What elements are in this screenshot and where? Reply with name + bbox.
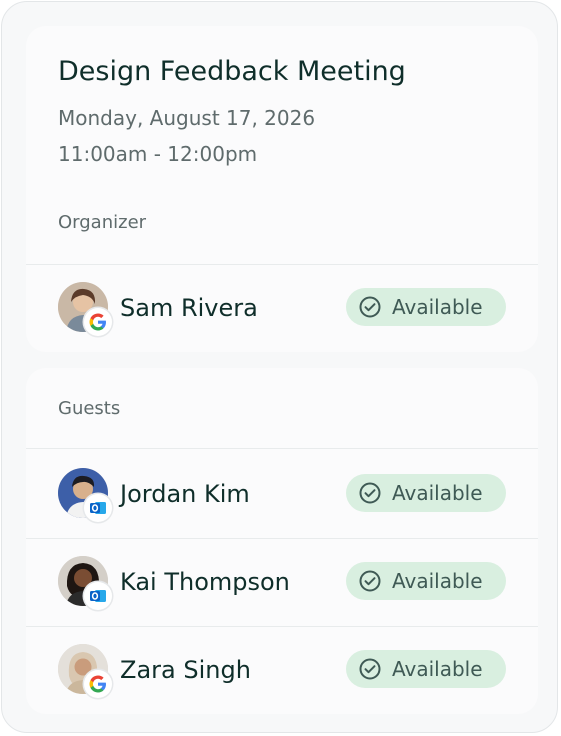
event-date: Monday, August 17, 2026 xyxy=(58,106,316,130)
person-name: Kai Thompson xyxy=(120,568,290,596)
person-name: Zara Singh xyxy=(120,656,251,684)
status-badge: Available xyxy=(346,288,506,326)
status-badge: Available xyxy=(346,474,506,512)
status-label: Available xyxy=(392,295,483,319)
guests-section-label: Guests xyxy=(58,398,121,419)
check-circle-icon xyxy=(359,658,381,680)
status-badge: Available xyxy=(346,650,506,688)
check-circle-icon xyxy=(359,296,381,318)
guest-row[interactable]: Jordan Kim Available xyxy=(26,450,538,538)
guest-row[interactable]: Kai Thompson Available xyxy=(26,538,538,626)
event-title: Design Feedback Meeting xyxy=(58,56,406,87)
person-name: Jordan Kim xyxy=(120,480,250,508)
person-name: Sam Rivera xyxy=(120,294,258,322)
check-circle-icon xyxy=(359,482,381,504)
meeting-panel: Design Feedback Meeting Monday, August 1… xyxy=(1,1,558,733)
google-icon xyxy=(84,670,112,698)
check-circle-icon xyxy=(359,570,381,592)
outlook-icon xyxy=(84,494,112,522)
event-time: 11:00am - 12:00pm xyxy=(58,142,258,166)
status-label: Available xyxy=(392,481,483,505)
organizer-section-label: Organizer xyxy=(58,212,147,233)
google-icon xyxy=(84,308,112,336)
status-label: Available xyxy=(392,657,483,681)
status-badge: Available xyxy=(346,562,506,600)
organizer-row[interactable]: Sam Rivera Available xyxy=(26,264,538,352)
event-card: Design Feedback Meeting Monday, August 1… xyxy=(26,26,538,352)
guests-card: Guests Jordan Kim Available Kai Thompson… xyxy=(26,368,538,714)
divider xyxy=(26,448,538,449)
outlook-icon xyxy=(84,582,112,610)
guest-row[interactable]: Zara Singh Available xyxy=(26,626,538,714)
status-label: Available xyxy=(392,569,483,593)
